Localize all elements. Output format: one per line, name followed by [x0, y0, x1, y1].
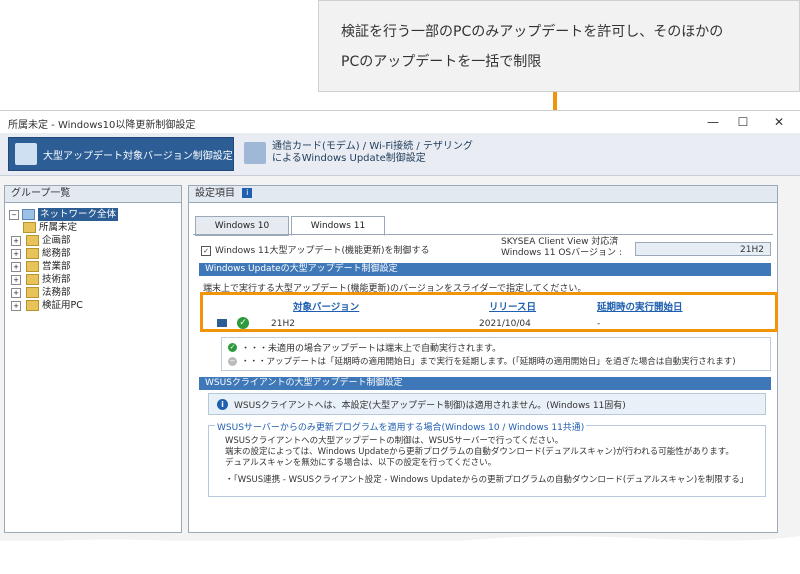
tree-label: 検証用PC [42, 300, 83, 311]
settings-title: 設定項目 i [189, 186, 777, 203]
tree-label: 技術部 [42, 274, 71, 285]
legend-text-1: ・・・未適用の場合アップデートは端末上で自動実行されます。 [241, 344, 502, 354]
connection-control-label-1: 通信カード(モデム) / Wi-Fi接続 / テザリング [272, 141, 473, 152]
collapse-icon[interactable]: − [9, 209, 19, 220]
folder-icon [26, 235, 39, 246]
bottom-wave [0, 536, 800, 574]
tree-item-network[interactable]: − ネットワーク全体 [9, 208, 119, 221]
tab-windows-10[interactable]: Windows 10 [195, 216, 289, 236]
folder-icon [26, 300, 39, 311]
tree-item-unassigned[interactable]: 所属未定 [9, 221, 118, 234]
group-tree: − ネットワーク全体 所属未定 + 企画部 + 総務部 + 営業部 + 技術部 + 法務部 … [9, 208, 119, 312]
folder-icon [26, 261, 39, 272]
folder-icon [26, 287, 39, 298]
callout-line-1: 検証を行う一部のPCのみアップデートを許可し、そのほかの [341, 24, 724, 40]
expand-icon[interactable]: + [11, 274, 21, 285]
callout-text: 検証を行う一部のPCのみアップデートを許可し、そのほかの PCのアップデートを一… [341, 17, 781, 77]
windows-update-icon [15, 143, 37, 165]
fieldset-line-4: ・「WSUS連携 - WSUSクライアント設定 - Windows Update… [225, 475, 749, 485]
tree-item-general[interactable]: + 総務部 [9, 247, 118, 260]
close-button[interactable]: ✕ [766, 113, 792, 131]
expand-icon[interactable]: + [11, 248, 21, 259]
info-icon[interactable]: i [242, 188, 253, 198]
tree-item-sales[interactable]: + 営業部 [9, 260, 118, 273]
settings-title-text: 設定項目 [195, 188, 235, 199]
wsus-fieldset: WSUSサーバーからのみ更新プログラムを適用する場合(Windows 10 / … [208, 420, 766, 497]
callout-box: 検証を行う一部のPCのみアップデートを許可し、そのほかの PCのアップデートを一… [318, 0, 800, 92]
group-list-title: グループ一覧 [5, 186, 181, 203]
legend-row-1: ✓ ・・・未適用の場合アップデートは端末上で自動実行されます。 [228, 341, 501, 354]
os-tabs: Windows 10 Windows 11 [195, 216, 387, 236]
tree-item-legal[interactable]: + 法務部 [9, 286, 118, 299]
info-icon: i [217, 399, 228, 410]
wsus-info-row: i WSUSクライアントへは、本設定(大型アップデート制御)は適用されません。(… [217, 398, 626, 411]
section-windows-update: Windows Updateの大型アップデート制御設定 [199, 263, 771, 276]
tree-item-tech[interactable]: + 技術部 [9, 273, 118, 286]
control-checkbox-row[interactable]: ✓ Windows 11大型アップデート(機能更新)を制御する [201, 243, 430, 256]
os-version-label: SKYSEA Client View 対応済 Windows 11 OSバージョ… [501, 237, 622, 259]
expand-icon[interactable]: + [11, 287, 21, 298]
skysea-label-2: Windows 11 OSバージョン : [501, 248, 622, 258]
fieldset-title: WSUSサーバーからのみ更新プログラムを適用する場合(Windows 10 / … [215, 420, 587, 433]
highlight-box [200, 292, 778, 332]
network-icon [22, 209, 35, 220]
folder-icon [26, 274, 39, 285]
section-wsus: WSUSクライアントの大型アップデート制御設定 [199, 377, 771, 390]
connection-control-button[interactable]: 通信カード(モデム) / Wi-Fi接続 / テザリング によるWindows … [238, 137, 498, 169]
network-icon [244, 142, 266, 164]
tree-label: 所属未定 [39, 222, 78, 233]
expand-icon[interactable]: + [11, 300, 21, 311]
window-title: 所属未定 - Windows10以降更新制御設定 [8, 120, 196, 131]
fieldset-line-3: デュアルスキャンを無効にする場合は、以下の設定を行ってください。 [225, 458, 497, 468]
check-icon: ✓ [228, 343, 237, 352]
callout-line-2: PCのアップデートを一括で制限 [341, 54, 542, 70]
tree-label: 営業部 [42, 261, 71, 272]
legend-box: ✓ ・・・未適用の場合アップデートは端末上で自動実行されます。 − ・・・アップ… [221, 337, 771, 371]
folder-icon [23, 222, 36, 233]
fieldset-line-2: 端末の設定によっては、Windows Updateから更新プログラムの自動ダウン… [225, 447, 734, 457]
os-version-value: 21H2 [635, 242, 771, 256]
tab-windows-11[interactable]: Windows 11 [291, 216, 385, 236]
tree-label: 法務部 [42, 287, 71, 298]
fieldset-body: WSUSクライアントへの大型アップデートの制御は、WSUSサーバーで行ってくださ… [225, 436, 748, 486]
feature-update-version-button[interactable]: 大型アップデート対象バージョン制御設定 [8, 137, 234, 171]
toolbar: 大型アップデート対象バージョン制御設定 通信カード(モデム) / Wi-Fi接続… [0, 133, 800, 176]
fieldset-line-1: WSUSクライアントへの大型アップデートの制御は、WSUSサーバーで行ってくださ… [225, 436, 564, 446]
legend-text-2: ・・・アップデートは「延期時の適用開始日」まで実行を延期します。(「延期時の適用… [241, 357, 736, 367]
group-list-panel: グループ一覧 − ネットワーク全体 所属未定 + 企画部 + 総務部 + 営業部 + 技術… [4, 185, 182, 533]
folder-icon [26, 248, 39, 259]
legend-row-2: − ・・・アップデートは「延期時の適用開始日」まで実行を延期します。(「延期時の… [228, 355, 736, 367]
minimize-button[interactable]: — [700, 113, 726, 131]
title-bar: 所属未定 - Windows10以降更新制御設定 — ☐ ✕ [0, 111, 800, 133]
wsus-info-box: i WSUSクライアントへは、本設定(大型アップデート制御)は適用されません。(… [208, 393, 766, 415]
expand-icon[interactable]: + [11, 235, 21, 246]
pause-icon: − [228, 356, 237, 366]
tree-item-test-pc[interactable]: + 検証用PC [9, 299, 118, 312]
feature-update-version-label: 大型アップデート対象バージョン制御設定 [43, 150, 233, 162]
connection-control-label-2: によるWindows Update制御設定 [272, 153, 426, 164]
tree-item-planning[interactable]: + 企画部 [9, 234, 118, 247]
maximize-button[interactable]: ☐ [730, 113, 756, 131]
tree-label: ネットワーク全体 [38, 208, 119, 221]
checkbox-checked[interactable]: ✓ [201, 246, 211, 256]
expand-icon[interactable]: + [11, 261, 21, 272]
tree-label: 企画部 [42, 235, 71, 246]
skysea-label-1: SKYSEA Client View 対応済 [501, 237, 619, 247]
tree-label: 総務部 [42, 248, 71, 259]
control-checkbox-label: Windows 11大型アップデート(機能更新)を制御する [215, 246, 430, 256]
wsus-info-text: WSUSクライアントへは、本設定(大型アップデート制御)は適用されません。(Wi… [234, 401, 626, 411]
